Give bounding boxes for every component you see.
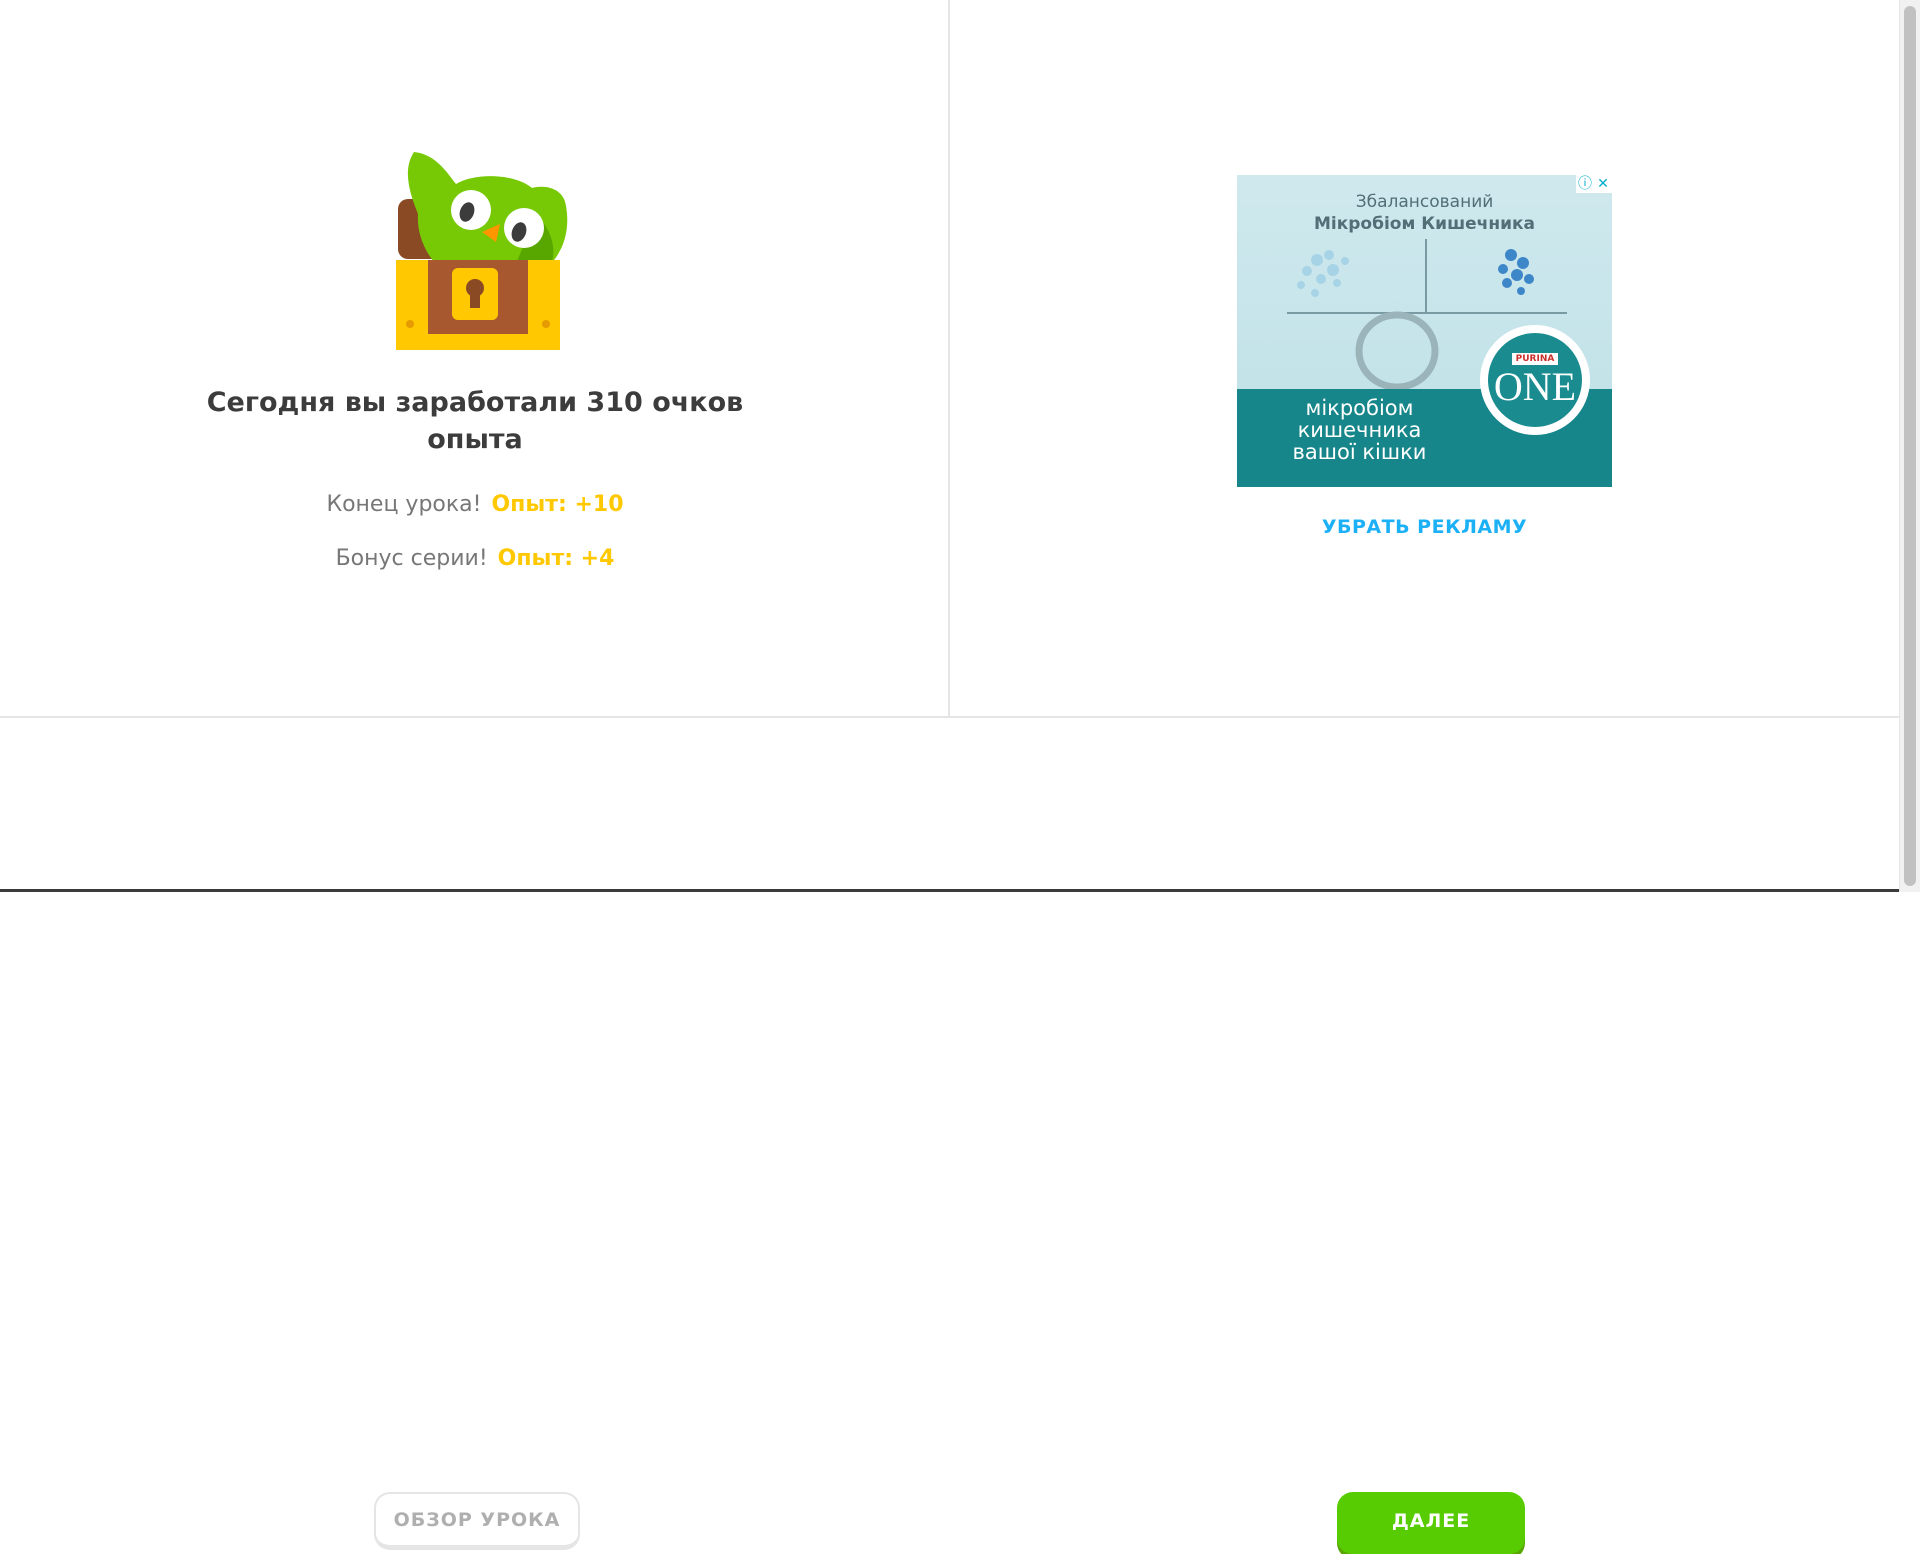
ad-info-icon[interactable]: ⓘ: [1576, 175, 1594, 193]
ad-tagline-line: кишечника: [1297, 418, 1422, 442]
advertisement-banner[interactable]: Збалансований Мікробіом Кишечника мікроб…: [1237, 175, 1612, 487]
lesson-footer: ОБЗОР УРОКА ДАЛЕЕ: [0, 716, 1899, 1554]
xp-row-label: Бонус серии!: [335, 546, 488, 571]
ad-tagline: мікробіом кишечника вашої кішки: [1267, 397, 1452, 463]
purina-one-logo: PURINA ONE: [1480, 325, 1590, 435]
ad-close-icon[interactable]: ✕: [1594, 175, 1612, 193]
xp-row-value: Опыт: +4: [497, 546, 615, 571]
streak-bonus-row: Бонус серии! Опыт: +4: [180, 546, 770, 571]
ad-title-line: Мікробіом Кишечника: [1313, 214, 1536, 234]
ad-panel: Збалансований Мікробіом Кишечника мікроб…: [951, 0, 1899, 716]
xp-earned-headline: Сегодня вы заработали 310 очков опыта: [206, 387, 744, 455]
ad-tagline-line: мікробіом: [1305, 396, 1414, 420]
remove-ads-link[interactable]: УБРАТЬ РЕКЛАМУ: [1237, 516, 1612, 538]
review-lesson-button[interactable]: ОБЗОР УРОКА: [374, 1492, 580, 1550]
scrollbar-thumb[interactable]: [1904, 6, 1916, 886]
ad-tagline-line: вашої кішки: [1292, 440, 1427, 464]
xp-row-value: Опыт: +10: [491, 492, 624, 517]
xp-row-label: Конец урока!: [326, 492, 482, 517]
lesson-summary-panel: Сегодня вы заработали 310 очков опыта Ко…: [0, 0, 950, 716]
continue-button[interactable]: ДАЛЕЕ: [1337, 1492, 1525, 1554]
product-label: ONE: [1493, 364, 1577, 409]
owl-treasure-chest-illustration: [396, 152, 568, 350]
ad-title: Збалансований Мікробіом Кишечника: [1237, 191, 1612, 235]
ad-title-line: Збалансований: [1355, 192, 1494, 212]
vertical-scrollbar[interactable]: [1899, 0, 1920, 892]
lesson-complete-row: Конец урока! Опыт: +10: [180, 492, 770, 517]
